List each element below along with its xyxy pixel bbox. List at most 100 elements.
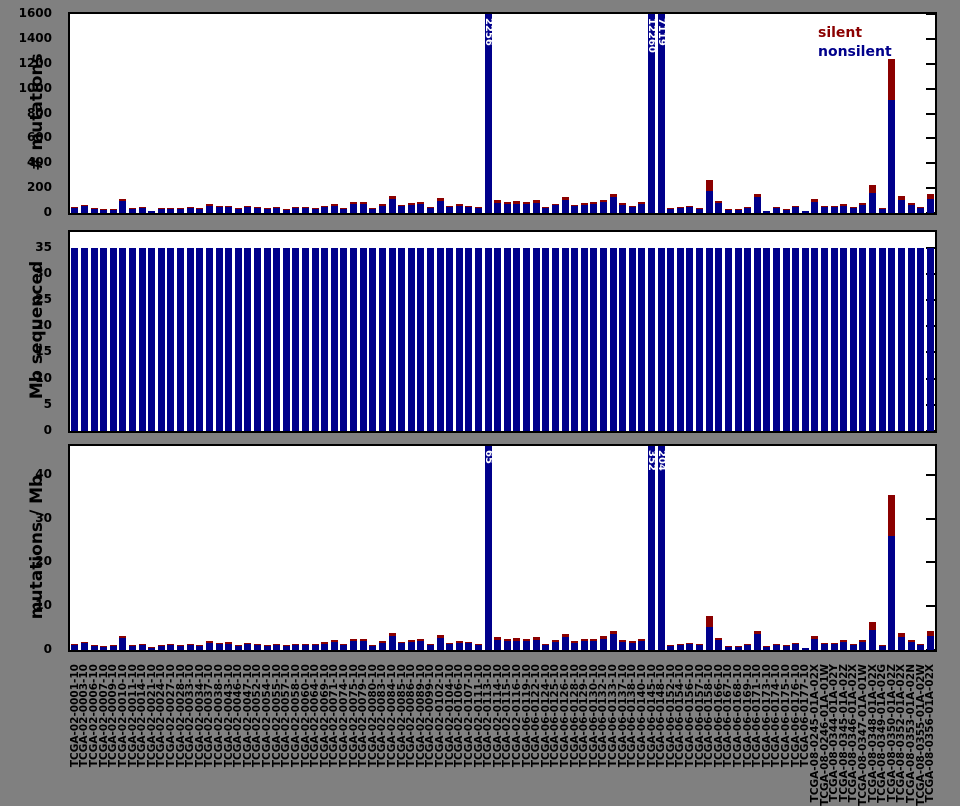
- bar-nonsilent: [187, 645, 194, 650]
- bar-silent: [331, 204, 338, 206]
- bar-nonsilent: [283, 210, 290, 213]
- bar-nonsilent: [379, 643, 386, 650]
- bar-nonsilent: [542, 208, 549, 213]
- bar-nonsilent: [802, 211, 809, 213]
- bar-nonsilent: [398, 206, 405, 213]
- bar-silent: [869, 185, 876, 193]
- bar-nonsilent: [504, 204, 511, 213]
- bar-nonsilent: [917, 645, 924, 650]
- bar-silent: [619, 640, 626, 642]
- bar-silent: [629, 641, 636, 643]
- bar-nonsilent: [850, 208, 857, 213]
- bar-nonsilent: [888, 248, 895, 431]
- bar-nonsilent: [552, 642, 559, 650]
- bar-nonsilent: [638, 641, 645, 650]
- bar-nonsilent: [254, 645, 261, 650]
- y-tick-label: 20: [0, 318, 52, 332]
- bar-nonsilent: [465, 248, 472, 431]
- bar-nonsilent: [667, 646, 674, 650]
- bar-silent: [437, 635, 444, 638]
- bar-nonsilent: [321, 248, 328, 431]
- bar-silent: [706, 180, 713, 191]
- bar-nonsilent: [571, 206, 578, 213]
- bar-nonsilent: [859, 205, 866, 213]
- bar-nonsilent: [100, 248, 107, 431]
- bar-nonsilent: [581, 641, 588, 650]
- bar-silent: [859, 203, 866, 205]
- bar-silent: [244, 206, 251, 207]
- bar-nonsilent: [533, 640, 540, 650]
- bar-silent: [850, 207, 857, 208]
- bar-nonsilent: [773, 208, 780, 213]
- bar-nonsilent: [581, 248, 588, 431]
- bar-nonsilent: [350, 248, 357, 431]
- bar-nonsilent: [571, 248, 578, 431]
- bar-nonsilent: [321, 644, 328, 650]
- bar-silent: [71, 644, 78, 645]
- bar-silent: [562, 634, 569, 637]
- bar-silent: [735, 209, 742, 210]
- bar-silent: [369, 208, 376, 209]
- bar-silent: [158, 645, 165, 646]
- bar-silent: [283, 209, 290, 210]
- bar-silent: [783, 645, 790, 646]
- y-tick-mark-right: [926, 162, 935, 164]
- bar-nonsilent: [533, 248, 540, 431]
- bar-silent: [715, 638, 722, 640]
- bar-silent: [494, 200, 501, 203]
- bar-silent: [389, 633, 396, 636]
- bar-nonsilent: [216, 207, 223, 213]
- bar-silent: [600, 636, 607, 639]
- bar-nonsilent: [292, 208, 299, 213]
- bar-nonsilent: [389, 248, 396, 431]
- bar-value-label: 2256: [482, 18, 494, 46]
- y-tick-label: 25: [0, 292, 52, 306]
- bar-silent: [571, 641, 578, 643]
- bar-nonsilent: [571, 643, 578, 650]
- bar-nonsilent: [273, 645, 280, 650]
- bar-nonsilent: [831, 248, 838, 431]
- bar-nonsilent: [513, 641, 520, 650]
- bar-nonsilent: [581, 205, 588, 213]
- bar-silent: [696, 644, 703, 645]
- bar-nonsilent: [562, 637, 569, 650]
- bar-silent: [917, 644, 924, 645]
- bar-nonsilent: [792, 207, 799, 213]
- bar-silent: [581, 203, 588, 205]
- bar-nonsilent: [686, 644, 693, 650]
- bar-nonsilent: [177, 209, 184, 213]
- bar-nonsilent: [908, 248, 915, 431]
- bar-nonsilent: [667, 248, 674, 431]
- bar-nonsilent: [504, 248, 511, 431]
- bar-nonsilent: [783, 646, 790, 650]
- bar-silent: [638, 639, 645, 641]
- bar-nonsilent: [879, 209, 886, 213]
- bar-silent: [446, 206, 453, 207]
- bar-nonsilent: [859, 642, 866, 650]
- bar-nonsilent: [638, 248, 645, 431]
- bar-nonsilent: [552, 248, 559, 431]
- bar-nonsilent: [927, 199, 934, 213]
- panel-mutation-counts: 2256122607119: [68, 12, 937, 215]
- bar-nonsilent: [821, 644, 828, 650]
- bar-nonsilent: [196, 209, 203, 213]
- bar-nonsilent: [408, 248, 415, 431]
- bar-nonsilent: [802, 648, 809, 650]
- bar-silent: [321, 206, 328, 207]
- bar-silent: [735, 646, 742, 647]
- bar-nonsilent: [533, 203, 540, 213]
- bar-nonsilent: [206, 248, 213, 431]
- bar-silent: [888, 59, 895, 100]
- y-tick-mark-right: [926, 88, 935, 90]
- bar-nonsilent: [898, 200, 905, 213]
- bar-nonsilent: [216, 644, 223, 650]
- bar-nonsilent: [264, 248, 271, 431]
- bar-silent: [206, 641, 213, 643]
- bar-nonsilent: [158, 248, 165, 431]
- bar-nonsilent: [196, 646, 203, 650]
- bar-nonsilent: [398, 643, 405, 650]
- bar-nonsilent: [139, 248, 146, 431]
- bar-silent: [879, 645, 886, 646]
- bar-nonsilent: [331, 206, 338, 213]
- y-tick-label: 600: [0, 130, 52, 144]
